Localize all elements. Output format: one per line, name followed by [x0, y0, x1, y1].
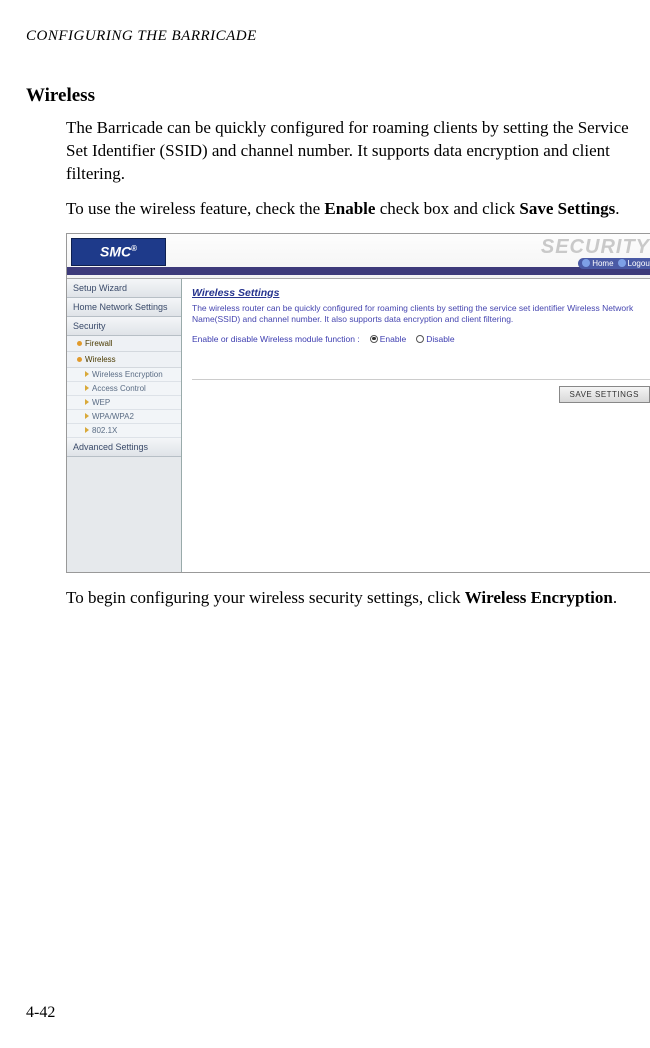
sidebar-item-home-network[interactable]: Home Network Settings — [67, 298, 181, 317]
radio-icon — [416, 335, 424, 343]
text: To begin configuring your wireless secur… — [66, 588, 465, 607]
home-label: Home — [592, 259, 613, 268]
label: WPA/WPA2 — [92, 412, 134, 421]
save-row: SAVE SETTINGS — [192, 379, 650, 403]
wireless-encryption-word: Wireless Encryption — [465, 588, 613, 607]
label: Wireless — [85, 355, 116, 364]
screenshot-header: SMC® N e t w o r k s SECURITY Home Logou… — [67, 234, 650, 279]
section-title: Wireless — [26, 85, 640, 107]
security-banner: SECURITY — [541, 236, 650, 259]
panel-title: Wireless Settings — [192, 287, 650, 299]
running-head: CONFIGURING THE BARRICADE — [26, 28, 640, 45]
chevron-icon — [85, 399, 89, 405]
brand-text: SMC — [100, 243, 131, 259]
radio-disable[interactable]: Disable — [416, 334, 454, 344]
sidebar-item-wep[interactable]: WEP — [67, 396, 181, 410]
chevron-icon — [85, 413, 89, 419]
label: Wireless Encryption — [92, 370, 163, 379]
sidebar-item-access-control[interactable]: Access Control — [67, 382, 181, 396]
content-pane: Wireless Settings The wireless router ca… — [182, 279, 650, 572]
sidebar-item-wireless-encryption[interactable]: Wireless Encryption — [67, 368, 181, 382]
page-number: 4-42 — [26, 1004, 55, 1022]
purple-band — [67, 267, 650, 275]
sidebar-item-8021x[interactable]: 802.1X — [67, 424, 181, 438]
sidebar-item-firewall[interactable]: Firewall — [67, 336, 181, 352]
header-buttons: Home Logout — [578, 258, 650, 269]
logout-label: Logout — [628, 259, 650, 268]
bullet-icon — [77, 341, 82, 346]
sidebar-item-advanced[interactable]: Advanced Settings — [67, 438, 181, 457]
label: 802.1X — [92, 426, 117, 435]
save-settings-word: Save Settings — [519, 199, 615, 218]
save-settings-button[interactable]: SAVE SETTINGS — [559, 386, 650, 403]
sidebar: Setup Wizard Home Network Settings Secur… — [67, 279, 182, 572]
text: To use the wireless feature, check the — [66, 199, 324, 218]
closing-paragraph: To begin configuring your wireless secur… — [66, 587, 640, 610]
sidebar-item-wireless[interactable]: Wireless — [67, 352, 181, 368]
enable-prompt: Enable or disable Wireless module functi… — [192, 334, 360, 344]
text: . — [615, 199, 619, 218]
bullet-icon — [77, 357, 82, 362]
label: WEP — [92, 398, 110, 407]
chevron-icon — [85, 427, 89, 433]
radio-label: Disable — [426, 334, 454, 344]
home-button[interactable]: Home — [582, 259, 613, 268]
sidebar-item-wpa[interactable]: WPA/WPA2 — [67, 410, 181, 424]
home-icon — [582, 259, 590, 267]
panel-description: The wireless router can be quickly confi… — [192, 303, 650, 326]
logout-icon — [618, 259, 626, 267]
text: check box and click — [375, 199, 519, 218]
radio-enable[interactable]: Enable — [370, 334, 406, 344]
text: . — [613, 588, 617, 607]
smc-logo: SMC® N e t w o r k s — [71, 238, 166, 266]
router-screenshot: SMC® N e t w o r k s SECURITY Home Logou… — [66, 233, 650, 573]
enable-row: Enable or disable Wireless module functi… — [192, 334, 650, 344]
chevron-icon — [85, 371, 89, 377]
label: Access Control — [92, 384, 146, 393]
chevron-icon — [85, 385, 89, 391]
intro-paragraph: The Barricade can be quickly configured … — [66, 117, 640, 186]
logout-button[interactable]: Logout — [618, 259, 650, 268]
radio-icon — [370, 335, 378, 343]
sidebar-item-security[interactable]: Security — [67, 317, 181, 336]
enable-paragraph: To use the wireless feature, check the E… — [66, 198, 640, 221]
radio-label: Enable — [380, 334, 406, 344]
enable-word: Enable — [324, 199, 375, 218]
label: Firewall — [85, 339, 113, 348]
